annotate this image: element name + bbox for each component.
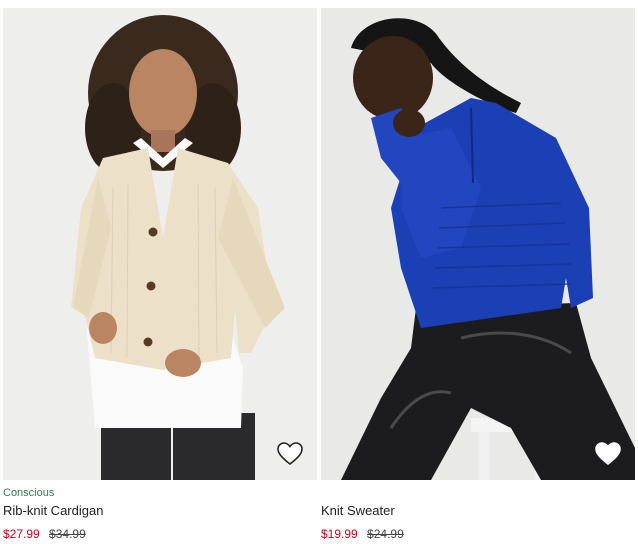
product-image-rib-knit-cardigan[interactable] (3, 8, 317, 480)
sale-price: $19.99 (321, 527, 358, 541)
conscious-badge: Conscious (3, 487, 55, 499)
heart-outline-icon (595, 442, 621, 466)
product-card-knit-sweater[interactable]: Knit Sweater $19.99 $24.99 (321, 8, 635, 543)
price-row: $19.99 $24.99 (321, 525, 635, 543)
original-price: $34.99 (49, 527, 86, 541)
favorite-button[interactable] (277, 442, 303, 466)
product-image-knit-sweater[interactable] (321, 8, 635, 480)
product-card-rib-knit-cardigan[interactable]: Conscious Rib-knit Cardigan $27.99 $34.9… (3, 8, 317, 543)
product-name[interactable]: Rib-knit Cardigan (3, 502, 317, 520)
model-photo (341, 18, 635, 480)
favorite-button[interactable] (595, 442, 621, 466)
sale-price: $27.99 (3, 527, 40, 541)
price-row: $27.99 $34.99 (3, 525, 317, 543)
product-name[interactable]: Knit Sweater (321, 502, 635, 520)
original-price: $24.99 (367, 527, 404, 541)
heart-outline-icon (277, 442, 303, 466)
model-photo (71, 15, 285, 480)
